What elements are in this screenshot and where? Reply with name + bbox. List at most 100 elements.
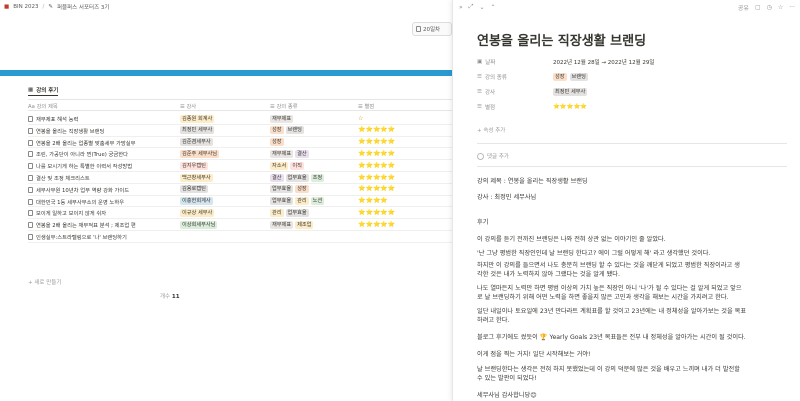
expand-icon[interactable]: ⤢ [469,3,474,11]
chevron-down-icon[interactable]: ⌄ [479,4,484,11]
body-text-line[interactable]: 후기 [477,219,787,228]
row-title[interactable]: 연봉을 2배 올리는 업종별 맞춤세무 가망실무 [36,139,136,147]
row-title[interactable]: 조린, 가공단이 아니라 찐(True) 궁금한다 [36,150,128,158]
body-text-line[interactable]: 강사 : 최정민 세무사님 [477,194,787,203]
row-title[interactable]: 인생실무:스트라텔링으로 '나' 브랜딩하기 [36,233,127,241]
table-row[interactable]: 재무제표 해석 능력 김종원 회계사 재무제표 ☆ [28,113,452,125]
page-icon [28,151,33,158]
breadcrumb-workspace[interactable]: BIN 2023 [13,4,38,10]
property-value[interactable]: ⭐⭐⭐⭐⭐ [553,104,587,110]
add-comment-button[interactable]: 댓글 추가 [477,150,787,162]
col-rating[interactable]: ☰ 별점 [358,102,374,110]
page-title[interactable]: 연봉을 올리는 직장생활 브랜딩 [477,30,646,49]
new-row-button[interactable]: + 새로 만들기 [28,278,61,286]
body-text-line[interactable]: 나도 열마든지 노력만 하면 평범 이상의 가치 높은 직장인 아니 '나'가 … [477,285,787,294]
panel-toolbar: » ⤢ ⌄ ⌃ 공유 ▢ ◷ ☆ ··· [453,0,800,14]
category-tag: 결산 [270,173,284,182]
row-title[interactable]: 연봉을 2배 올리는 재무적표 분석 ; 제조업 편 [36,221,136,229]
body-text-line[interactable]: 이게 점을 찍는 거지! 일단 시작해보는 거야! [477,351,787,360]
table-row[interactable]: 대한민국 1등 세무사무소의 운영 노하우 이충헌회계사 업무효율 관리 노션 ⭐⭐⭐⭐ [28,196,452,208]
body-text-line[interactable]: 하지만 이 강의를 들으면서 나도 충분히 브랜딩 할 수 있다는 것을 깨닫게… [477,262,787,271]
calendar-icon: ▣ [477,59,483,65]
add-property-button[interactable]: + 속성 추가 [477,124,787,136]
tab-reviews[interactable]: ▦ 강의 후기 [28,84,59,96]
row-title[interactable]: 결산 및 조정 체크리스트 [36,174,90,182]
page-icon [28,175,33,181]
rating-stars: ⭐⭐⭐⭐⭐ [358,173,396,181]
property-label: 날짜 [485,60,496,66]
instructor-tag: 최정민 세무사 [180,126,215,135]
workspace-icon: ■ [4,4,10,10]
body-text-line[interactable]: 각한 것은 내가 노력하지 않아 그랬다는 것을 알게 됐다. [477,271,787,280]
property-row[interactable]: ▣ 날짜 2022년 12월 28일 → 2022년 12월 29일 [477,56,787,68]
rating-stars: ⭐⭐⭐⭐ [358,197,388,205]
page-icon [416,26,421,32]
instructor-tag: 백근창세무사 [180,173,213,182]
property-tag: 성장 [553,73,567,81]
category-tag: 결산 [295,149,309,158]
table-row[interactable]: 나를 모시기게 하는 특별한 이력서 작성방법 김지우캡틴 자소서 이직 ⭐⭐⭐⭐⭐ [28,160,452,172]
row-title[interactable]: 재무제표 해석 능력 [36,115,78,123]
col-category[interactable]: ☰ 강의 종류 [270,102,298,110]
row-title[interactable]: 대한민국 1등 세무사무소의 운영 노하우 [36,198,124,206]
clock-icon[interactable]: ◷ [767,4,772,11]
table-row[interactable]: 인생실무:스트라텔링으로 '나' 브랜딩하기 [28,231,452,243]
more-icon[interactable]: ··· [789,4,795,11]
table-row[interactable]: 결산 및 조정 체크리스트 백근창세무사 결산 업무효율 조정 ⭐⭐⭐⭐⭐ [28,172,452,184]
table-row[interactable]: 연봉을 2배 올리는 업종별 맞춤세무 가망실무 김준겸세무사 성장 ⭐⭐⭐⭐⭐ [28,137,452,149]
side-peek-panel: » ⤢ ⌄ ⌃ 공유 ▢ ◷ ☆ ··· 연봉을 올리는 직장생활 브랜딩 ▣ 날… [452,0,800,401]
table-row[interactable]: 세무사무원 10년차 업무 역량 강화 가이드 김용로캡틴 업무효율 성장 ⭐⭐⭐⭐⭐ [28,184,452,196]
rating-stars: ⭐⭐⭐⭐⭐ [358,161,396,169]
category-tag: 노션 [310,197,325,206]
instructor-tag: 김지우캡틴 [180,161,208,170]
list-icon: ☰ [477,74,482,80]
body-text-line[interactable]: 로 날 브랜딩하기 위해 어떤 노력을 하면 좋을지 많은 고민과 생각을 해보… [477,294,787,303]
table-row[interactable]: 보이게 일하고 보이지 않게 쉬자 이규상 세무사 관리 업무효율 ⭐⭐⭐⭐⭐ [28,207,452,220]
page-chip[interactable]: 20일차 [412,22,452,36]
list-icon: ☰ [477,89,482,95]
body-text-line[interactable]: 일단 내일이나 토요일에 23년 만다라트 계획표를 할 것이고 23년에는 내… [477,308,787,317]
col-instructor[interactable]: ☰ 강사 [180,102,196,110]
row-title[interactable]: 보이게 일하고 보이지 않게 쉬자 [36,209,106,217]
property-row[interactable]: ☰ 강사 최정민 세무사 [477,86,787,98]
category-tag: 자소서 [270,161,289,170]
property-value[interactable]: 2022년 12월 28일 → 2022년 12월 29일 [553,58,654,66]
property-row[interactable]: ☰ 별점 ⭐⭐⭐⭐⭐ [477,101,787,113]
database-view: ■ BIN 2023 / ✎ 퍼블퍼스 서포터즈 3기 20일차 ▦ 강의 후기… [0,0,452,401]
row-count: 개수 11 [160,294,180,300]
row-title[interactable]: 연봉을 올리는 직장생활 브랜딩 [36,127,104,135]
property-row[interactable]: ☰ 강의 종류 성장 브랜딩 [477,71,787,83]
table-row[interactable]: 연봉을 올리는 직장생활 브랜딩 최정민 세무사 성장 브랜딩 ⭐⭐⭐⭐⭐ [28,125,452,137]
row-title[interactable]: 세무사무원 10년차 업무 역량 강화 가이드 [36,186,129,194]
top-breadcrumb: ■ BIN 2023 / ✎ 퍼블퍼스 서포터즈 3기 [0,0,452,14]
list-icon: ☰ [477,104,482,110]
category-tag: 브랜딩 [285,126,304,135]
body-text-line[interactable]: 하려고 한다. [477,317,787,326]
body-text-line[interactable]: 수 있는 발판이 되었다! [477,375,787,384]
page-icon [28,127,33,134]
rating-stars: ☆ [358,114,364,122]
property-tag: 최정민 세무사 [553,88,588,96]
property-label: 별점 [484,105,496,111]
star-icon[interactable]: ☆ [778,4,783,11]
body-text-line[interactable]: 강의 제목 : 연봉을 올리는 직장생활 브랜딩 [477,178,787,187]
category-tag: 조정 [310,173,325,182]
instructor-tag: 이충헌회계사 [180,197,213,206]
table-row[interactable]: 조린, 가공단이 아니라 찐(True) 궁금한다 김준주 세무사님 재무제표 결산 ⭐… [28,148,452,161]
row-title[interactable]: 나를 모시기게 하는 특별한 이력서 작성방법 [36,162,132,170]
body-text-line[interactable]: 이 강의를 듣기 전까진 브랜딩은 나와 전혀 상관 없는 이야기인 줄 알았다… [477,236,787,245]
body-text-line[interactable]: '난 그냥 평범한 직장인인데 날 브랜딩 한다고? 에이 그럴 어떻게 해' … [477,250,787,259]
comment-icon[interactable]: ▢ [755,4,761,11]
body-text-line[interactable]: 블로그 후기에도 썼듯이 🏆 Yearly Goals 23년 목표들은 전부 … [477,334,787,343]
category-tag: 제조업 [295,220,314,229]
close-panel-icon[interactable]: » [459,4,463,11]
page-icon [28,198,33,205]
chevron-up-icon[interactable]: ⌃ [491,4,496,11]
share-button[interactable]: 공유 [738,3,749,12]
breadcrumb-page[interactable]: 퍼블퍼스 서포터즈 3기 [57,3,110,11]
body-text-line[interactable]: 날 브랜딩한다는 생각은 전혀 하지 못했었는데 이 강의 덕분에 많은 것을 … [477,366,787,375]
table-row[interactable]: 연봉을 2배 올리는 재무적표 분석 ; 제조업 편 이상희세무사님 재무제표 제조업… [28,219,452,231]
body-text-line[interactable]: 세무사님 감사합니당😊 [477,392,787,401]
col-title[interactable]: Aa 강의 제목 [28,102,58,110]
page-icon [28,222,33,229]
